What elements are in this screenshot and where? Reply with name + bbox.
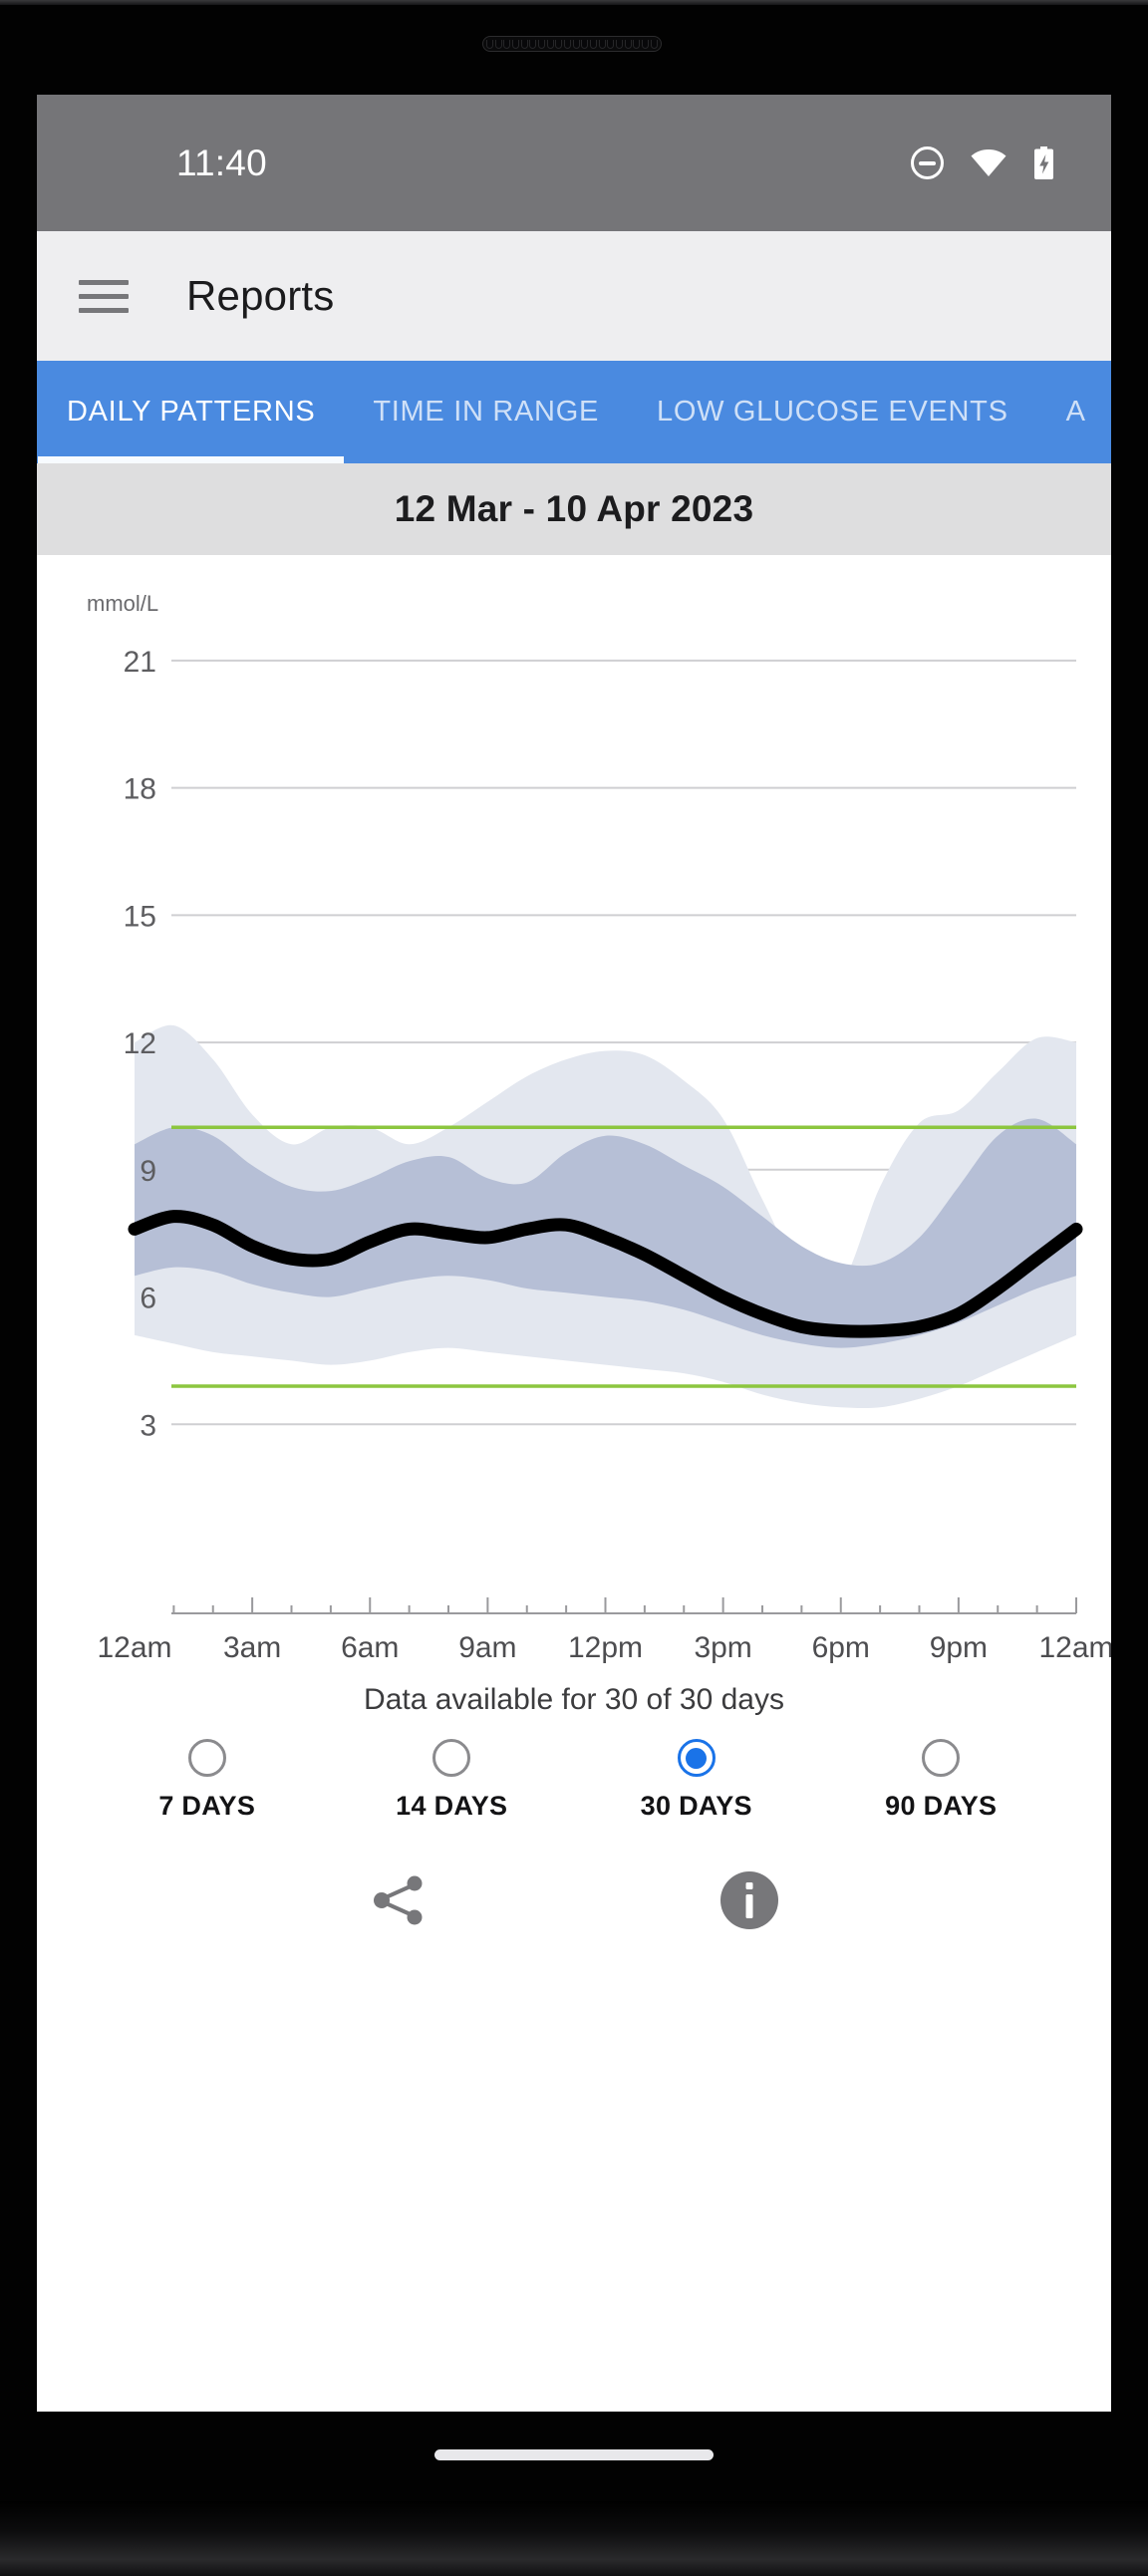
svg-text:3am: 3am [223,1631,281,1664]
tab-daily-patterns[interactable]: DAILY PATTERNS [38,361,344,463]
chart-x-axis-labels: 12am 3am 6am 9am 12pm 3pm 6pm 9pm 12am [97,1631,1111,1664]
status-bar: 11:40 [37,95,1111,231]
radio-button[interactable] [432,1739,470,1777]
ambulatory-glucose-profile-chart: mmol/L 21181512963 12am3am6am9am12pm3pm6… [37,555,1111,1671]
range-option-label: 90 DAYS [885,1791,997,1822]
tab-label: LOW GLUCOSE EVENTS [657,396,1008,429]
date-range-header[interactable]: 12 Mar - 10 Apr 2023 [37,463,1111,555]
range-option-7-days[interactable]: 7 DAYS [118,1739,297,1822]
range-option-14-days[interactable]: 14 DAYS [362,1739,541,1822]
info-icon[interactable] [718,1869,780,1931]
range-option-30-days[interactable]: 30 DAYS [607,1739,786,1822]
svg-text:9am: 9am [458,1631,516,1664]
speaker-grille-icon [482,36,662,52]
svg-text:12am: 12am [97,1631,171,1664]
wifi-icon [971,149,1006,177]
svg-text:12am: 12am [1038,1631,1111,1664]
svg-text:6am: 6am [341,1631,399,1664]
chart-footer: Data available for 30 of 30 days 7 DAYS … [37,1671,1111,1931]
svg-text:6pm: 6pm [812,1631,870,1664]
svg-text:21: 21 [124,646,156,679]
home-gesture-indicator[interactable] [434,2449,714,2460]
frame-bottom-bezel [0,2501,1148,2576]
phone-frame: 11:40 Reports [0,0,1148,2576]
page-title: Reports [186,272,334,320]
svg-text:12: 12 [124,1027,156,1060]
svg-text:12pm: 12pm [568,1631,643,1664]
tab-label: DAILY PATTERNS [67,396,315,429]
svg-text:15: 15 [124,900,156,933]
chart-x-axis [171,1597,1076,1613]
report-tab-bar: DAILY PATTERNS TIME IN RANGE LOW GLUCOSE… [37,361,1111,463]
tab-low-glucose-events[interactable]: LOW GLUCOSE EVENTS [628,361,1037,463]
svg-text:3: 3 [140,1409,156,1442]
range-option-90-days[interactable]: 90 DAYS [851,1739,1030,1822]
status-bar-clock: 11:40 [176,143,267,184]
battery-charging-icon [1033,146,1054,180]
app-bar: Reports [37,231,1111,361]
chart-action-bar [37,1822,1111,1931]
tab-partial-next[interactable]: A [1037,361,1111,463]
radio-button[interactable] [922,1739,960,1777]
share-icon[interactable] [368,1869,430,1931]
radio-button[interactable] [678,1739,716,1777]
radio-button[interactable] [188,1739,226,1777]
chart-canvas: 21181512963 12am3am6am9am12pm3pm6pm9pm12… [37,555,1111,1671]
svg-text:18: 18 [124,773,156,806]
svg-text:9: 9 [140,1155,156,1188]
frame-top-bezel [0,0,1148,5]
tab-time-in-range[interactable]: TIME IN RANGE [344,361,628,463]
tab-label: A [1066,396,1086,429]
do-not-disturb-icon [911,146,944,179]
range-option-label: 7 DAYS [158,1791,255,1822]
tab-label: TIME IN RANGE [373,396,599,429]
phone-screen: 11:40 Reports [37,95,1111,2412]
status-bar-icons [911,146,1054,180]
svg-text:6: 6 [140,1283,156,1315]
svg-text:9pm: 9pm [930,1631,988,1664]
hamburger-menu-icon[interactable] [79,266,139,326]
range-option-label: 14 DAYS [396,1791,507,1822]
range-option-label: 30 DAYS [641,1791,752,1822]
date-range-label: 12 Mar - 10 Apr 2023 [395,488,754,530]
svg-text:3pm: 3pm [694,1631,751,1664]
data-availability-text: Data available for 30 of 30 days [37,1671,1111,1717]
chart-percentile-bands [135,1025,1076,1408]
day-range-selector: 7 DAYS 14 DAYS 30 DAYS 90 DAYS [37,1717,1111,1822]
